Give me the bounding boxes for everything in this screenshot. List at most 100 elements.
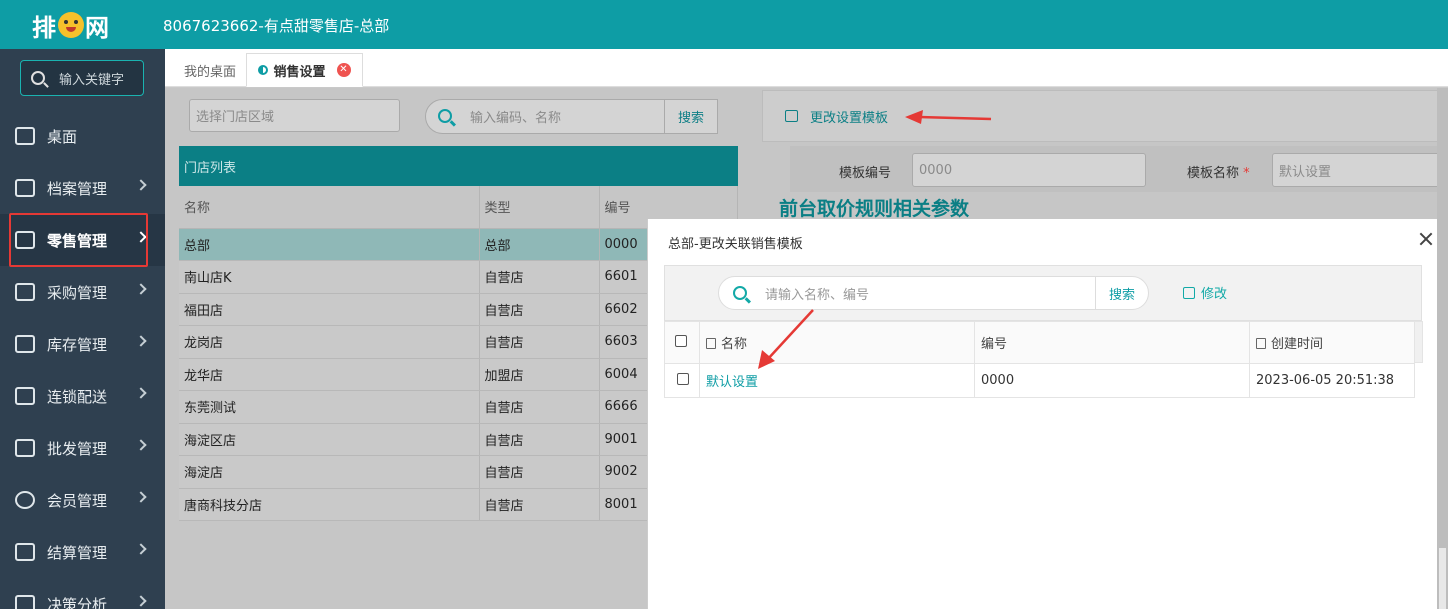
sidebar-item-label: 采购管理 [47, 283, 108, 302]
tab-desktop[interactable]: 我的桌面 [171, 53, 249, 87]
cell-name: 福田店 [179, 293, 480, 326]
cell-name: 唐商科技分店 [179, 488, 480, 521]
modal-search-button[interactable]: 搜索 [1095, 276, 1149, 310]
annotation-arrow-icon [758, 309, 814, 369]
template-name-link[interactable]: 默认设置 [706, 375, 758, 390]
template-name-label-text: 模板名称 [1187, 166, 1240, 181]
sidebar-item-distribution[interactable]: 连锁配送 [0, 370, 165, 422]
sidebar-item-purchase[interactable]: 采购管理 [0, 266, 165, 318]
logo-text-right: 网 [85, 13, 110, 42]
archive-icon [15, 179, 35, 197]
template-name-field[interactable]: 默认设置 [1272, 153, 1448, 187]
sidebar-item-inventory[interactable]: 库存管理 [0, 318, 165, 370]
edit-icon [785, 110, 798, 122]
cell-name: 默认设置 [699, 363, 975, 398]
sidebar-item-label: 零售管理 [47, 231, 108, 250]
sidebar-search-input[interactable]: 输入关键字 [20, 60, 144, 96]
search-icon [438, 109, 452, 123]
required-mark: * [1243, 166, 1250, 181]
chevron-right-icon [135, 335, 147, 347]
cell-name: 南山店K [179, 260, 480, 294]
store-list-title: 门店列表 [179, 146, 738, 186]
truck-icon [15, 387, 35, 405]
sidebar-item-settlement[interactable]: 结算管理 [0, 526, 165, 578]
cell-name: 海淀店 [179, 455, 480, 489]
cell-type: 总部 [479, 228, 600, 261]
cell-name: 东莞测试 [179, 390, 480, 424]
column-header-name[interactable]: 名称 [699, 321, 975, 364]
store-icon [15, 231, 35, 249]
cell-name: 总部 [179, 228, 480, 261]
logo-text-left: 排 [32, 13, 57, 42]
sidebar-item-retail[interactable]: 零售管理 [0, 214, 165, 266]
half-circle-icon [258, 65, 269, 75]
template-no-field[interactable]: 0000 [912, 153, 1146, 187]
chevron-right-icon [135, 283, 147, 295]
store-area-select[interactable]: 选择门店区域 [189, 99, 400, 132]
sidebar-item-desktop[interactable]: 桌面 [0, 110, 165, 162]
cell-name: 龙岗店 [179, 325, 480, 359]
sidebar-item-label: 批发管理 [47, 439, 108, 458]
close-tab-icon[interactable]: ✕ [336, 63, 351, 77]
chevron-right-icon [135, 543, 147, 555]
sidebar-item-analysis[interactable]: 决策分析 [0, 578, 165, 609]
store-search-placeholder: 输入编码、名称 [470, 111, 562, 126]
tab-sales-settings[interactable]: 销售设置 ✕ [246, 53, 363, 87]
page-scrollbar[interactable] [1437, 88, 1448, 609]
app-title: 8067623662-有点甜零售店-总部 [163, 17, 390, 35]
sidebar: 输入关键字 桌面 档案管理 零售管理 采购管理 库存管理 连锁配送 批发管理 会… [0, 49, 165, 609]
store-search-input[interactable]: 输入编码、名称 [425, 99, 667, 134]
chevron-right-icon [135, 179, 147, 191]
modal-title: 总部-更改关联销售模板 [668, 237, 803, 252]
row-checkbox[interactable] [677, 372, 689, 385]
close-icon[interactable] [1418, 231, 1434, 247]
modal-search-input[interactable]: 请输入名称、编号 [718, 276, 1096, 310]
change-template-link[interactable]: 更改设置模板 [810, 107, 888, 126]
sidebar-search-placeholder: 输入关键字 [59, 72, 125, 88]
wholesale-icon [15, 439, 35, 457]
desktop-icon [15, 127, 35, 145]
column-header-name[interactable]: 名称 [179, 186, 480, 229]
chevron-right-icon [135, 491, 147, 503]
select-all-checkbox[interactable] [675, 334, 687, 347]
cell-type: 自营店 [479, 293, 600, 326]
sidebar-item-archive[interactable]: 档案管理 [0, 162, 165, 214]
search-icon [733, 286, 747, 300]
sidebar-item-label: 档案管理 [47, 179, 108, 198]
cell-type: 加盟店 [479, 358, 600, 391]
search-icon [31, 71, 45, 85]
member-icon [15, 491, 35, 509]
column-header-created[interactable]: 创建时间 [1249, 321, 1415, 364]
modal-edit-button[interactable]: 修改 [1183, 283, 1227, 302]
store-search-button[interactable]: 搜索 [664, 99, 718, 134]
section-title: 前台取价规则相关参数 [779, 198, 970, 220]
change-template-bar: 更改设置模板 [762, 90, 1448, 142]
top-header-bar: 排 网 8067623662-有点甜零售店-总部 [0, 0, 1448, 49]
modal-search-placeholder: 请输入名称、编号 [765, 287, 870, 303]
chevron-right-icon [135, 387, 147, 399]
inventory-icon [15, 335, 35, 353]
mascot-icon [58, 12, 84, 38]
sidebar-item-label: 会员管理 [47, 491, 108, 510]
annotation-arrow-icon [905, 110, 992, 124]
sidebar-item-label: 桌面 [47, 127, 78, 146]
row-select-cell [664, 363, 700, 398]
column-header-type[interactable]: 类型 [479, 186, 600, 229]
cell-type: 自营店 [479, 488, 600, 521]
select-all-column [664, 321, 700, 364]
sidebar-item-wholesale[interactable]: 批发管理 [0, 422, 165, 474]
sidebar-item-label: 连锁配送 [47, 387, 108, 406]
table-scroll-header [1415, 321, 1423, 363]
sidebar-item-label: 决策分析 [47, 595, 108, 609]
cell-type: 自营店 [479, 423, 600, 456]
change-template-modal: 总部-更改关联销售模板 请输入名称、编号 搜索 修改 名称 编号 创建时间 默认… [647, 219, 1448, 609]
column-header-code[interactable]: 编号 [974, 321, 1250, 364]
cell-created: 2023-06-05 20:51:38 [1249, 363, 1415, 398]
cell-type: 自营店 [479, 260, 600, 294]
tab-label: 销售设置 [273, 64, 326, 80]
purchase-icon [15, 283, 35, 301]
calendar-icon [1256, 338, 1266, 349]
sidebar-item-member[interactable]: 会员管理 [0, 474, 165, 526]
column-header-name-text: 名称 [721, 337, 748, 352]
scrollbar-thumb[interactable] [1439, 548, 1446, 609]
